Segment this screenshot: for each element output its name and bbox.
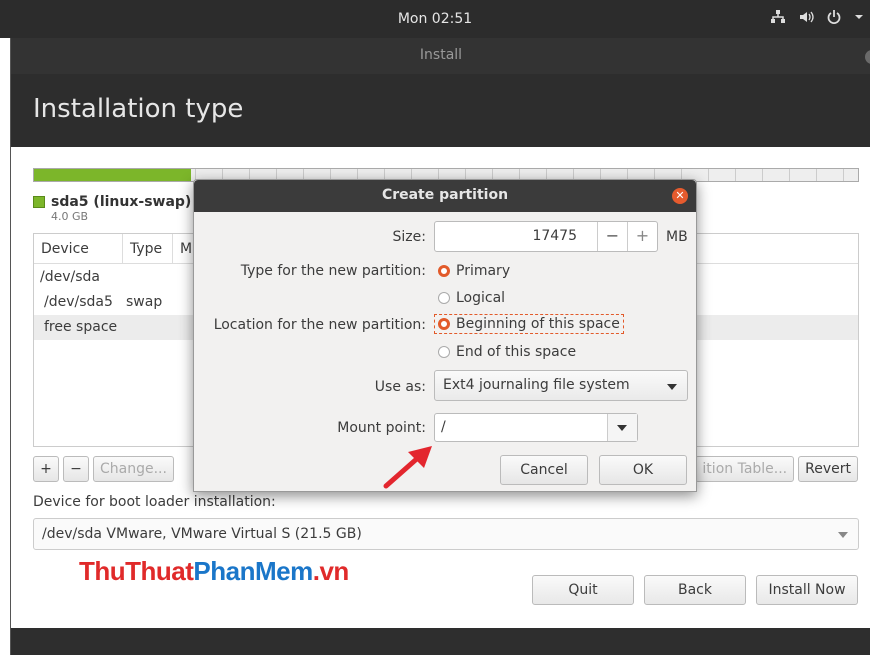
- type-logical-radio[interactable]: Logical: [438, 290, 505, 306]
- dialog-titlebar[interactable]: Create partition ✕: [194, 180, 696, 212]
- ok-button[interactable]: OK: [599, 455, 687, 485]
- bottom-strip: [11, 628, 870, 655]
- page-header: Installation type: [11, 74, 870, 147]
- system-tray[interactable]: [770, 9, 864, 25]
- column-header-type[interactable]: Type: [130, 241, 162, 257]
- new-partition-table-button[interactable]: ition Table...: [695, 456, 795, 482]
- top-panel: Mon 02:51: [0, 0, 870, 38]
- size-label: Size:: [392, 229, 426, 245]
- window-titlebar[interactable]: Install: [11, 38, 870, 74]
- row-device: free space: [44, 319, 118, 335]
- red-arrow-annotation: [383, 446, 432, 489]
- size-spinbox[interactable]: 17475 − +: [434, 221, 658, 252]
- boot-loader-value: /dev/sda VMware, VMware Virtual S (21.5 …: [42, 526, 362, 542]
- column-header-mount[interactable]: M: [180, 241, 192, 257]
- row-device: /dev/sda: [40, 269, 100, 285]
- useas-label: Use as:: [374, 379, 426, 395]
- revert-button[interactable]: Revert: [798, 456, 858, 482]
- radio-unselected-icon: [438, 292, 450, 304]
- add-partition-button[interactable]: +: [33, 456, 59, 482]
- install-now-button[interactable]: Install Now: [756, 575, 858, 605]
- chevron-down-icon: [667, 384, 677, 390]
- table-right-buttons: ition Table... Revert: [695, 456, 858, 482]
- boot-loader-label: Device for boot loader installation:: [33, 494, 276, 510]
- size-decrement-button[interactable]: −: [597, 222, 627, 251]
- mount-point-combobox[interactable]: /: [434, 413, 638, 442]
- network-icon[interactable]: [770, 9, 786, 25]
- create-partition-dialog: Create partition ✕ Size: 17475 − + MB Ty…: [193, 179, 697, 492]
- location-label: Location for the new partition:: [213, 317, 426, 333]
- chevron-down-icon[interactable]: [854, 12, 864, 22]
- change-partition-button[interactable]: Change...: [93, 456, 174, 482]
- use-as-dropdown[interactable]: Ext4 journaling file system: [434, 370, 688, 401]
- mount-point-input[interactable]: /: [441, 419, 446, 435]
- watermark: ThuThuatPhanMem.vn: [79, 556, 349, 586]
- power-icon[interactable]: [826, 9, 842, 25]
- location-beginning-radio[interactable]: Beginning of this space: [434, 314, 624, 334]
- legend-label: sda5 (linux-swap): [51, 194, 192, 210]
- back-button[interactable]: Back: [644, 575, 746, 605]
- radio-unselected-icon: [438, 346, 450, 358]
- volume-icon[interactable]: [798, 9, 814, 25]
- chevron-down-icon: [617, 425, 627, 431]
- mount-point-dropdown-button[interactable]: [607, 414, 637, 441]
- radio-selected-icon: [438, 265, 450, 277]
- quit-button[interactable]: Quit: [532, 575, 634, 605]
- clock[interactable]: Mon 02:51: [0, 11, 870, 27]
- use-as-value: Ext4 journaling file system: [443, 377, 630, 393]
- footer-buttons: Quit Back Install Now: [532, 575, 858, 605]
- cancel-button[interactable]: Cancel: [500, 455, 588, 485]
- size-increment-button[interactable]: +: [627, 222, 657, 251]
- dialog-title: Create partition: [381, 187, 509, 203]
- size-unit: MB: [666, 229, 688, 245]
- remove-partition-button[interactable]: −: [63, 456, 89, 482]
- type-primary-radio[interactable]: Primary: [438, 263, 510, 279]
- partition-legend: sda5 (linux-swap): [33, 194, 191, 210]
- close-icon[interactable]: ✕: [672, 188, 688, 204]
- radio-selected-icon: [438, 318, 450, 330]
- boot-loader-select[interactable]: /dev/sda VMware, VMware Virtual S (21.5 …: [33, 518, 859, 550]
- table-buttons: + − Change...: [33, 456, 174, 482]
- legend-size: 4.0 GB: [51, 210, 89, 223]
- size-input[interactable]: 17475: [532, 228, 577, 244]
- chevron-down-icon: [838, 532, 848, 538]
- window-title: Install: [419, 47, 463, 63]
- location-end-radio[interactable]: End of this space: [438, 344, 576, 360]
- type-label: Type for the new partition:: [240, 263, 426, 279]
- swap-swatch: [33, 196, 45, 208]
- page-title: Installation type: [33, 94, 244, 124]
- row-device: /dev/sda5: [44, 294, 113, 310]
- mount-label: Mount point:: [337, 420, 426, 436]
- partition-bar-swap: [34, 169, 191, 181]
- row-type: swap: [126, 294, 163, 310]
- column-header-device[interactable]: Device: [41, 241, 89, 257]
